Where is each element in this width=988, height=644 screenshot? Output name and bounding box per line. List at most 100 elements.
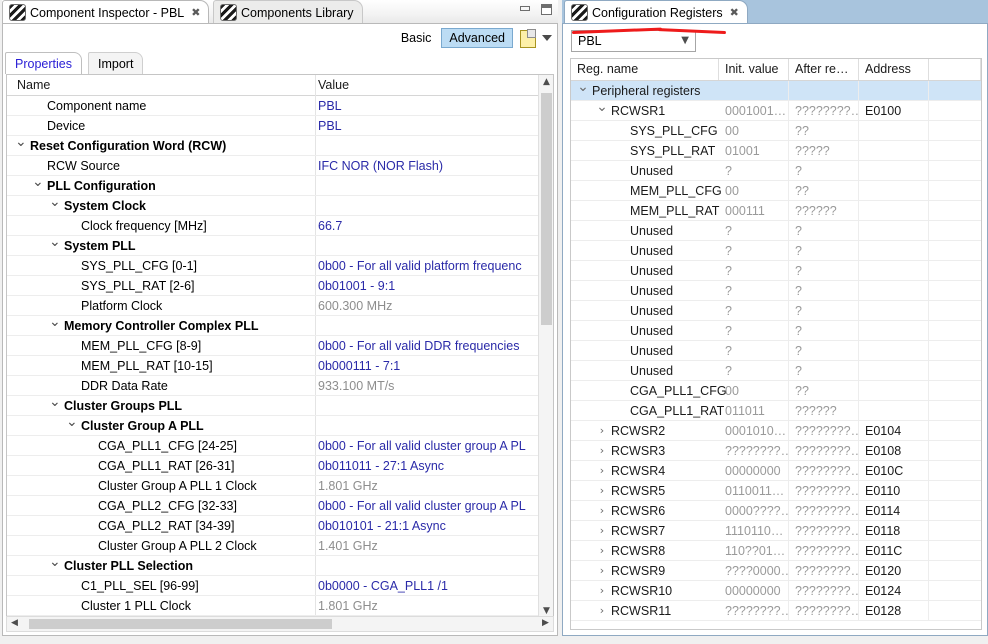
- cell-after[interactable]: ????????…: [789, 561, 859, 581]
- cell-address[interactable]: [859, 321, 929, 341]
- cell-init[interactable]: 0110011…: [719, 481, 789, 501]
- cell-init[interactable]: ?: [719, 221, 789, 241]
- chevron-down-icon[interactable]: ⌄: [15, 135, 27, 156]
- chevron-right-icon[interactable]: ›: [596, 541, 608, 561]
- column-header-value[interactable]: Value: [318, 75, 349, 95]
- row-value[interactable]: PBL: [318, 116, 342, 136]
- close-icon[interactable]: ✖: [191, 6, 200, 19]
- table-row[interactable]: RCW Source IFC NOR (NOR Flash): [7, 156, 553, 176]
- table-row[interactable]: › RCWSR4 00000000????????… E010C: [571, 461, 981, 481]
- table-row[interactable]: Cluster 1 PLL Clock 1.801 GHz: [7, 596, 553, 616]
- column-header-init-value[interactable]: Init. value: [719, 59, 789, 80]
- cell-after[interactable]: ?: [789, 261, 859, 281]
- table-row[interactable]: Unused??: [571, 361, 981, 381]
- scrollbar-thumb[interactable]: [29, 619, 332, 629]
- table-row[interactable]: › RCWSR9 ????0000…????????… E0120: [571, 561, 981, 581]
- row-value[interactable]: 0b010101 - 21:1 Async: [318, 516, 446, 536]
- basic-button[interactable]: Basic: [397, 30, 436, 46]
- cell-after[interactable]: ?????: [789, 141, 859, 161]
- chevron-right-icon[interactable]: ›: [596, 581, 608, 601]
- table-row[interactable]: MEM_PLL_RAT [10-15] 0b000111 - 7:1: [7, 356, 553, 376]
- cell-address[interactable]: [859, 141, 929, 161]
- table-row[interactable]: SYS_PLL_CFG 00??: [571, 121, 981, 141]
- table-row[interactable]: Platform Clock 600.300 MHz: [7, 296, 553, 316]
- tab-properties[interactable]: Properties: [5, 52, 82, 74]
- chevron-right-icon[interactable]: ›: [596, 561, 608, 581]
- table-row[interactable]: › RCWSR6 0000????…????????… E0114: [571, 501, 981, 521]
- cell-after[interactable]: ????????…: [789, 461, 859, 481]
- table-row[interactable]: › RCWSR5 0110011…????????… E0110: [571, 481, 981, 501]
- row-value[interactable]: 0b0000 - CGA_PLL1 /1: [318, 576, 448, 596]
- cell-init[interactable]: 011011: [719, 401, 789, 421]
- tab-import[interactable]: Import: [88, 52, 144, 74]
- table-row[interactable]: Device PBL: [7, 116, 553, 136]
- column-header-blank[interactable]: [929, 59, 981, 80]
- row-value[interactable]: 933.100 MT/s: [318, 376, 394, 396]
- chevron-right-icon[interactable]: ›: [596, 501, 608, 521]
- chevron-down-icon[interactable]: ⌄: [49, 235, 61, 256]
- column-header-address[interactable]: Address: [859, 59, 929, 80]
- cell-after[interactable]: ????????…: [789, 441, 859, 461]
- cell-after[interactable]: ?: [789, 341, 859, 361]
- cell-address[interactable]: E0108: [859, 441, 929, 461]
- table-row[interactable]: › RCWSR10 00000000????????… E0124: [571, 581, 981, 601]
- row-value[interactable]: 1.401 GHz: [318, 536, 378, 556]
- cell-address[interactable]: [859, 261, 929, 281]
- chevron-down-icon[interactable]: ⌄: [49, 555, 61, 576]
- table-row[interactable]: › RCWSR2 0001010…????????… E0104: [571, 421, 981, 441]
- cell-init[interactable]: 110??01…: [719, 541, 789, 561]
- chevron-right-icon[interactable]: ›: [596, 461, 608, 481]
- cell-address[interactable]: [859, 301, 929, 321]
- cell-init[interactable]: 00000000: [719, 461, 789, 481]
- tab-components-library[interactable]: Components Library: [213, 0, 363, 24]
- table-row[interactable]: CGA_PLL1_RAT 011011??????: [571, 401, 981, 421]
- table-row[interactable]: SYS_PLL_CFG [0-1] 0b00 - For all valid pl…: [7, 256, 553, 276]
- table-row[interactable]: ⌄ Reset Configuration Word (RCW): [7, 135, 553, 156]
- table-row[interactable]: SYS_PLL_RAT 01001?????: [571, 141, 981, 161]
- cell-after[interactable]: ????????…: [789, 101, 859, 121]
- cell-address[interactable]: [859, 341, 929, 361]
- chevron-down-icon[interactable]: ⌄: [49, 195, 61, 216]
- cell-after[interactable]: ????????…: [789, 421, 859, 441]
- cell-init[interactable]: ?: [719, 241, 789, 261]
- table-row[interactable]: ⌄ PLL Configuration: [7, 175, 553, 196]
- view-menu-icon[interactable]: [542, 35, 552, 41]
- table-row[interactable]: MEM_PLL_CFG [8-9] 0b00 - For all valid DD…: [7, 336, 553, 356]
- table-row[interactable]: CGA_PLL1_CFG 00??: [571, 381, 981, 401]
- table-row[interactable]: CGA_PLL2_RAT [34-39] 0b010101 - 21:1 Asyn…: [7, 516, 553, 536]
- cell-init[interactable]: 00000000: [719, 581, 789, 601]
- cell-after[interactable]: ????????…: [789, 481, 859, 501]
- cell-init[interactable]: ????????…: [719, 441, 789, 461]
- cell-address[interactable]: [859, 81, 929, 101]
- chevron-down-icon[interactable]: ⌄: [596, 100, 608, 121]
- cell-address[interactable]: [859, 161, 929, 181]
- table-row[interactable]: Unused??: [571, 341, 981, 361]
- cell-address[interactable]: [859, 181, 929, 201]
- cell-after[interactable]: [789, 81, 859, 101]
- cell-address[interactable]: E010C: [859, 461, 929, 481]
- cell-after[interactable]: ????????…: [789, 601, 859, 621]
- table-row[interactable]: ⌄ Cluster Groups PLL: [7, 395, 553, 416]
- table-row[interactable]: Unused??: [571, 321, 981, 341]
- cell-init[interactable]: 0000????…: [719, 501, 789, 521]
- cell-init[interactable]: 00: [719, 121, 789, 141]
- table-row[interactable]: ⌄ Peripheral registers: [571, 80, 981, 101]
- table-row[interactable]: MEM_PLL_CFG 00??: [571, 181, 981, 201]
- row-value[interactable]: 66.7: [318, 216, 342, 236]
- cell-address[interactable]: [859, 381, 929, 401]
- chevron-right-icon[interactable]: ›: [596, 421, 608, 441]
- cell-after[interactable]: ?: [789, 241, 859, 261]
- row-value[interactable]: 0b00 - For all valid platform frequenc: [318, 256, 522, 276]
- cell-after[interactable]: ?: [789, 281, 859, 301]
- table-row[interactable]: CGA_PLL1_RAT [26-31] 0b011011 - 27:1 Asyn…: [7, 456, 553, 476]
- table-row[interactable]: Cluster Group A PLL 2 Clock 1.401 GHz: [7, 536, 553, 556]
- table-row[interactable]: C1_PLL_SEL [96-99] 0b0000 - CGA_PLL1 /1: [7, 576, 553, 596]
- chevron-down-icon[interactable]: ⌄: [49, 315, 61, 336]
- table-row[interactable]: › RCWSR8 110??01…????????… E011C: [571, 541, 981, 561]
- cell-after[interactable]: ?: [789, 161, 859, 181]
- cell-after[interactable]: ?: [789, 321, 859, 341]
- tab-configuration-registers[interactable]: Configuration Registers ✖: [564, 0, 748, 24]
- chevron-down-icon[interactable]: ⌄: [49, 395, 61, 416]
- table-row[interactable]: ⌄ Cluster PLL Selection: [7, 555, 553, 576]
- cell-init[interactable]: 00: [719, 381, 789, 401]
